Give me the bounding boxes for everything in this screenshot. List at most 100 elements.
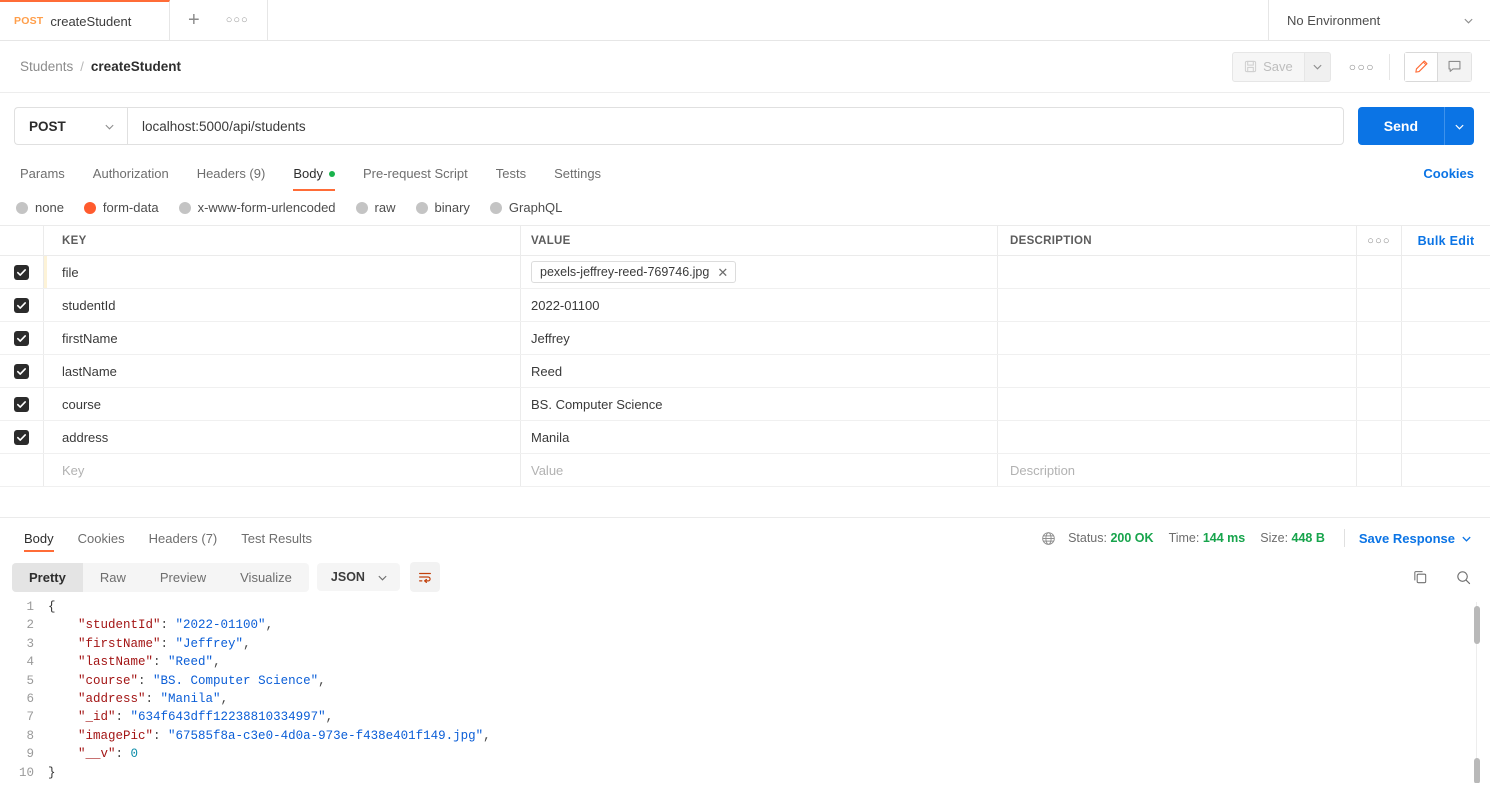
save-disk-icon <box>1244 60 1257 73</box>
request-tab-params[interactable]: Params <box>20 157 65 190</box>
row-description[interactable] <box>998 256 1357 288</box>
tab-label: Body <box>293 166 323 181</box>
request-tab-headers[interactable]: Headers (9) <box>197 157 266 190</box>
comment-button[interactable] <box>1438 52 1472 82</box>
save-button[interactable]: Save <box>1232 52 1305 82</box>
response-tab-test-results[interactable]: Test Results <box>241 518 312 558</box>
request-tab-authorization[interactable]: Authorization <box>93 157 169 190</box>
body-type-x-www-form-urlencoded[interactable]: x-www-form-urlencoded <box>179 200 336 215</box>
new-description-input[interactable]: Description <box>998 454 1357 486</box>
form-data-more-icon[interactable]: ○○○ <box>1357 226 1402 255</box>
view-mode-pretty[interactable]: Pretty <box>12 563 83 592</box>
response-format-select[interactable]: JSON <box>317 563 400 591</box>
row-description[interactable] <box>998 388 1357 420</box>
row-checkbox-cell[interactable] <box>0 388 44 420</box>
table-row[interactable]: firstName Jeffrey <box>0 322 1490 355</box>
checkbox-checked-icon[interactable] <box>14 298 29 313</box>
table-row[interactable]: course BS. Computer Science <box>0 388 1490 421</box>
row-key[interactable]: course <box>44 388 521 420</box>
row-description[interactable] <box>998 421 1357 453</box>
table-row[interactable]: file pexels-jeffrey-reed-769746.jpg ✕ <box>0 256 1490 289</box>
row-value[interactable]: 2022-01100 <box>521 289 998 321</box>
checkbox-checked-icon[interactable] <box>14 397 29 412</box>
response-tab-headers[interactable]: Headers (7) <box>149 518 218 558</box>
bulk-edit-button[interactable]: Bulk Edit <box>1402 226 1490 255</box>
file-chip[interactable]: pexels-jeffrey-reed-769746.jpg ✕ <box>531 261 736 283</box>
checkbox-checked-icon[interactable] <box>14 430 29 445</box>
row-value-file[interactable]: pexels-jeffrey-reed-769746.jpg ✕ <box>521 256 998 288</box>
checkbox-checked-icon[interactable] <box>14 265 29 280</box>
chevron-down-icon <box>377 572 388 583</box>
send-button[interactable]: Send <box>1358 107 1444 145</box>
row-key[interactable]: lastName <box>44 355 521 387</box>
body-type-form-data[interactable]: form-data <box>84 200 159 215</box>
line-content: "imagePic": "67585f8a-c3e0-4d0a-973e-f43… <box>48 727 491 745</box>
request-tab-body[interactable]: Body <box>293 157 335 190</box>
row-checkbox-cell[interactable] <box>0 322 44 354</box>
response-scrollbar-thumb[interactable] <box>1474 606 1480 644</box>
edit-pencil-button[interactable] <box>1404 52 1438 82</box>
view-mode-visualize[interactable]: Visualize <box>223 563 309 592</box>
body-type-graphql[interactable]: GraphQL <box>490 200 562 215</box>
response-tab-cookies[interactable]: Cookies <box>78 518 125 558</box>
table-row[interactable]: address Manila <box>0 421 1490 454</box>
row-description[interactable] <box>998 355 1357 387</box>
environment-selector[interactable]: No Environment <box>1268 0 1490 40</box>
new-key-input[interactable]: Key <box>44 454 521 486</box>
row-value[interactable]: Manila <box>521 421 998 453</box>
row-value[interactable]: BS. Computer Science <box>521 388 998 420</box>
row-key[interactable]: address <box>44 421 521 453</box>
checkbox-checked-icon[interactable] <box>14 331 29 346</box>
code-line: 3 "firstName": "Jeffrey", <box>0 635 1490 653</box>
line-number: 9 <box>0 745 48 763</box>
table-row[interactable]: studentId 2022-01100 <box>0 289 1490 322</box>
request-tab-pre-request-script[interactable]: Pre-request Script <box>363 157 468 190</box>
response-body-code[interactable]: 1{2 "studentId": "2022-01100",3 "firstNa… <box>0 598 1490 783</box>
line-number: 3 <box>0 635 48 653</box>
tab-label: Test Results <box>241 531 312 546</box>
table-row-empty[interactable]: Key Value Description <box>0 454 1490 487</box>
send-dropdown-button[interactable] <box>1444 107 1474 145</box>
copy-button[interactable] <box>1412 569 1429 586</box>
row-checkbox-cell[interactable] <box>0 256 44 288</box>
tab-more-icon[interactable]: ○○○ <box>226 14 249 26</box>
row-description[interactable] <box>998 322 1357 354</box>
table-row[interactable]: lastName Reed <box>0 355 1490 388</box>
body-type-raw[interactable]: raw <box>356 200 396 215</box>
request-more-icon[interactable]: ○○○ <box>1349 60 1375 74</box>
view-mode-raw[interactable]: Raw <box>83 563 143 592</box>
body-type-label: raw <box>375 200 396 215</box>
body-type-binary[interactable]: binary <box>416 200 470 215</box>
wrap-lines-button[interactable] <box>410 562 440 592</box>
response-tab-body[interactable]: Body <box>24 518 54 558</box>
row-checkbox-cell[interactable] <box>0 355 44 387</box>
row-value[interactable]: Reed <box>521 355 998 387</box>
row-checkbox-cell[interactable] <box>0 289 44 321</box>
http-method-select[interactable]: POST <box>14 107 127 145</box>
save-response-button[interactable]: Save Response <box>1359 531 1472 546</box>
new-tab-icon[interactable]: + <box>188 10 200 30</box>
new-value-input[interactable]: Value <box>521 454 998 486</box>
request-tab-settings[interactable]: Settings <box>554 157 601 190</box>
row-value[interactable]: Jeffrey <box>521 322 998 354</box>
request-tab-tests[interactable]: Tests <box>496 157 526 190</box>
row-key[interactable]: file <box>44 256 521 288</box>
response-view-modes: Pretty Raw Preview Visualize <box>12 563 309 592</box>
remove-file-icon[interactable]: ✕ <box>717 266 728 279</box>
request-tab-createStudent[interactable]: POST createStudent <box>0 0 170 40</box>
body-type-none[interactable]: none <box>16 200 64 215</box>
row-checkbox-cell[interactable] <box>0 421 44 453</box>
response-scrollbar-track[interactable] <box>1476 602 1482 783</box>
view-mode-preview[interactable]: Preview <box>143 563 223 592</box>
line-number: 1 <box>0 598 48 616</box>
row-description[interactable] <box>998 289 1357 321</box>
breadcrumb-collection[interactable]: Students <box>20 59 73 74</box>
url-input[interactable]: localhost:5000/api/students <box>127 107 1344 145</box>
row-key[interactable]: studentId <box>44 289 521 321</box>
checkbox-checked-icon[interactable] <box>14 364 29 379</box>
save-dropdown-button[interactable] <box>1305 52 1331 82</box>
save-response-label: Save Response <box>1359 531 1455 546</box>
cookies-link[interactable]: Cookies <box>1423 166 1474 181</box>
search-button[interactable] <box>1455 569 1472 586</box>
row-key[interactable]: firstName <box>44 322 521 354</box>
